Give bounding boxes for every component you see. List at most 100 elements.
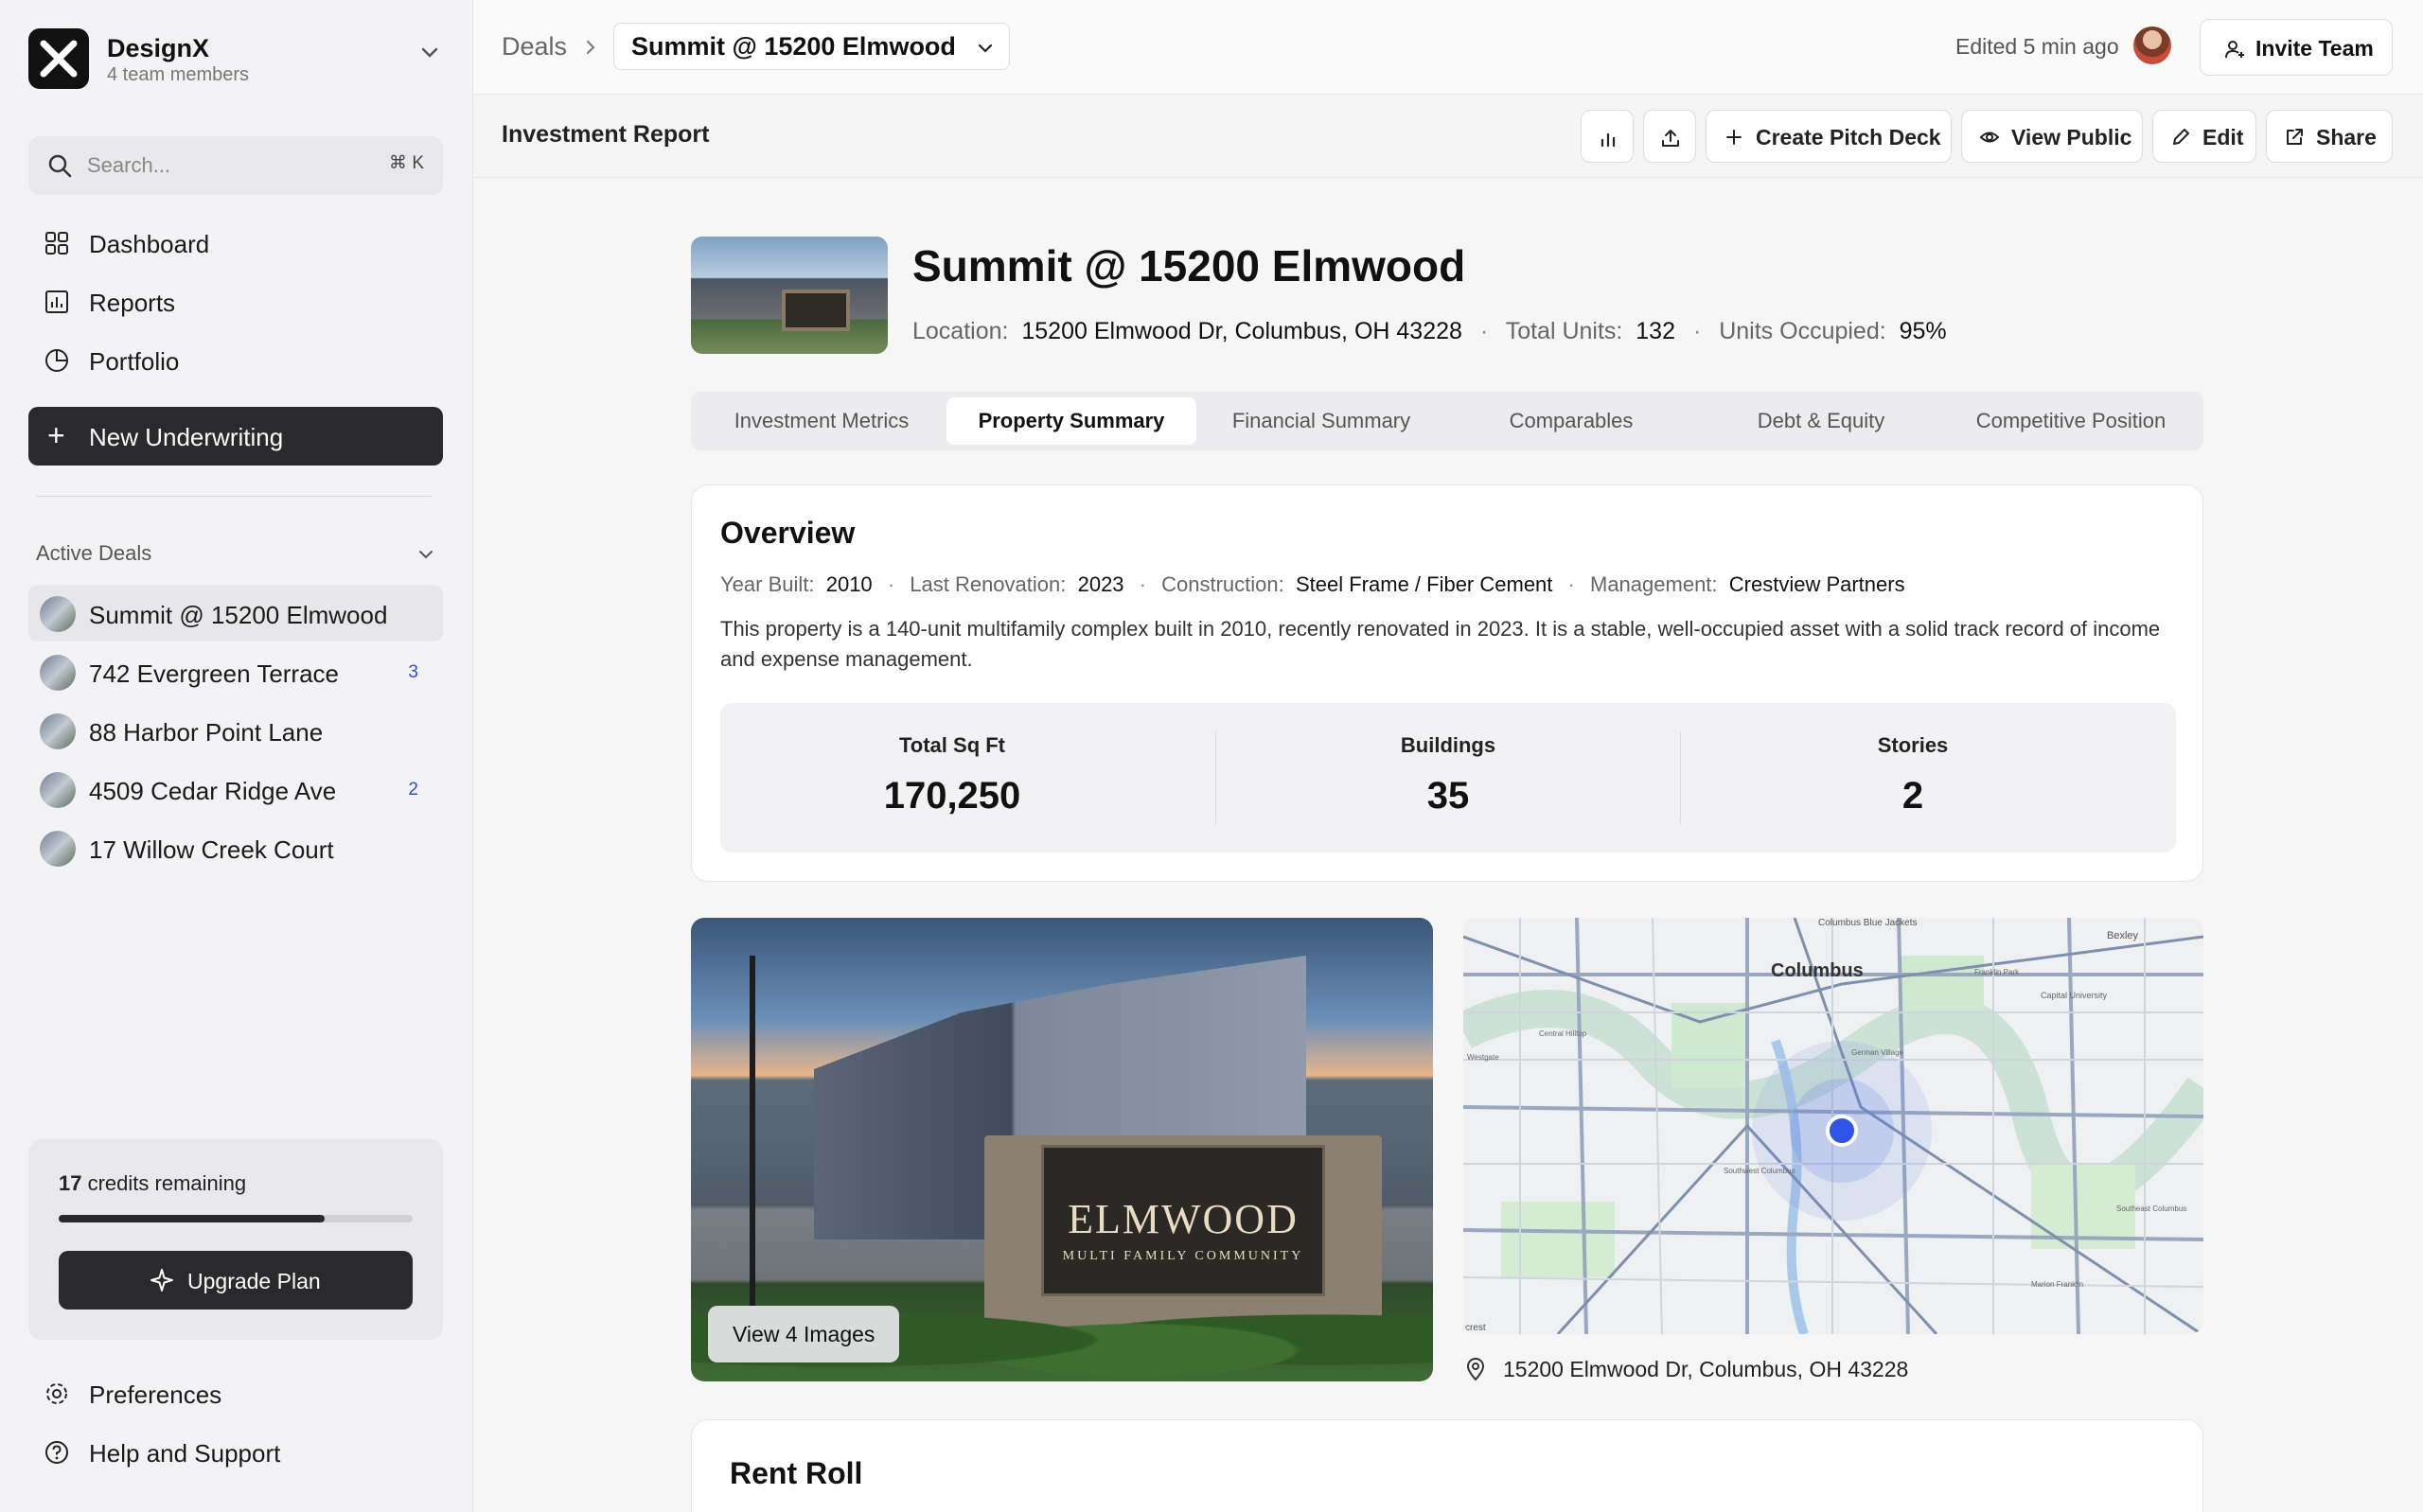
- map-label: Westgate: [1467, 1053, 1499, 1062]
- new-underwriting-button[interactable]: + New Underwriting: [28, 407, 443, 466]
- tab-financial-summary[interactable]: Financial Summary: [1196, 397, 1446, 445]
- edit-button[interactable]: Edit: [2152, 110, 2256, 163]
- view-public-button[interactable]: View Public: [1961, 110, 2143, 163]
- chart-button[interactable]: [1581, 110, 1634, 163]
- property-thumbnail: [691, 237, 888, 354]
- map-label: Columbus Blue Jackets: [1818, 918, 1918, 928]
- stat-total-sqft: Total Sq Ft 170,250: [883, 733, 1021, 817]
- map-label: Southwest Columbus: [1724, 1167, 1795, 1175]
- tab-investment-metrics[interactable]: Investment Metrics: [697, 397, 946, 445]
- deal-item-willow[interactable]: 17 Willow Creek Court: [28, 819, 443, 876]
- deal-badge: 2: [408, 780, 418, 800]
- invite-team-button[interactable]: Invite Team: [2200, 19, 2393, 76]
- plus-icon: [1726, 130, 1742, 145]
- deal-thumbnail: [40, 596, 76, 632]
- credits-panel: 17 credits remaining Upgrade Plan: [28, 1139, 443, 1340]
- deal-item-summit[interactable]: Summit @ 15200 Elmwood: [28, 585, 443, 642]
- sidebar-item-dashboard[interactable]: Dashboard: [28, 218, 445, 267]
- map-label: Bexley: [2107, 930, 2139, 941]
- rent-roll-card: Rent Roll: [691, 1419, 2203, 1512]
- deal-thumbnail: [40, 772, 76, 808]
- tab-comparables[interactable]: Comparables: [1446, 397, 1696, 445]
- map-label: German Village: [1851, 1048, 1904, 1057]
- map-pin-icon: [1466, 1358, 1485, 1381]
- tab-property-summary[interactable]: Property Summary: [946, 397, 1196, 445]
- year-built: 2010: [825, 572, 873, 596]
- bar-chart-icon: [1601, 132, 1616, 148]
- workspace-members: 4 team members: [107, 64, 250, 85]
- overview-card: Overview Year Built: 2010 · Last Renovat…: [691, 484, 2203, 882]
- gear-icon: [46, 1383, 67, 1404]
- overview-stats: Total Sq Ft 170,250 Buildings 35 Stories…: [720, 703, 2176, 853]
- map-label: Central Hilltop: [1539, 1029, 1587, 1038]
- plus-icon: +: [47, 418, 65, 452]
- breadcrumb-deals[interactable]: Deals: [502, 32, 567, 62]
- last-renovation: 2023: [1077, 572, 1124, 596]
- management: Crestview Partners: [1728, 572, 1905, 596]
- search-icon: [48, 154, 72, 178]
- deal-thumbnail: [40, 713, 76, 749]
- tab-debt-equity[interactable]: Debt & Equity: [1696, 397, 1946, 445]
- chevron-down-icon: [419, 551, 433, 559]
- export-button[interactable]: [1643, 110, 1696, 163]
- property-location: 15200 Elmwood Dr, Columbus, OH 43228: [1021, 318, 1462, 344]
- sidebar-item-reports[interactable]: Reports: [28, 276, 445, 325]
- deal-label: Summit @ 15200 Elmwood: [89, 601, 388, 629]
- overview-title: Overview: [720, 516, 856, 550]
- property-title: Summit @ 15200 Elmwood: [912, 241, 1466, 290]
- overview-description: This property is a 140-unit multifamily …: [720, 617, 2161, 671]
- sidebar-item-preferences[interactable]: Preferences: [28, 1368, 445, 1417]
- sidebar-item-label: Portfolio: [89, 347, 180, 376]
- report-tabs: Investment Metrics Property Summary Fina…: [691, 392, 2203, 450]
- share-button[interactable]: Share: [2266, 110, 2393, 163]
- map-label: Marion Franklin: [2031, 1280, 2083, 1289]
- pencil-icon: [2173, 129, 2189, 145]
- active-deals-header[interactable]: Active Deals: [36, 541, 437, 570]
- reports-icon: [45, 290, 68, 313]
- deal-item-harbor[interactable]: 88 Harbor Point Lane: [28, 702, 443, 759]
- main-content: Summit @ 15200 Elmwood Location: 15200 E…: [473, 178, 2423, 1512]
- search-box[interactable]: ⌘ K: [28, 136, 443, 195]
- edited-status: Edited 5 min ago: [1955, 34, 2119, 59]
- property-photo[interactable]: ELMWOOD MULTI FAMILY COMMUNITY View 4 Im…: [691, 918, 1433, 1381]
- upgrade-plan-label: Upgrade Plan: [187, 1269, 321, 1293]
- create-pitch-deck-label: Create Pitch Deck: [1756, 125, 1941, 149]
- lamp-post-graphic: [750, 956, 755, 1306]
- sidebar-item-help[interactable]: Help and Support: [28, 1427, 445, 1476]
- search-shortcut: ⌘ K: [389, 153, 424, 173]
- deal-label: 742 Evergreen Terrace: [89, 659, 340, 688]
- deal-selector[interactable]: Summit @ 15200 Elmwood: [613, 23, 1010, 70]
- chevron-down-icon: [978, 44, 993, 53]
- edit-label: Edit: [2202, 125, 2244, 149]
- sidebar-item-portfolio[interactable]: Portfolio: [28, 335, 445, 384]
- credits-progress: [59, 1215, 413, 1222]
- property-occupied: 95%: [1899, 318, 1947, 344]
- new-underwriting-label: New Underwriting: [89, 423, 284, 451]
- avatar[interactable]: [2133, 26, 2171, 64]
- deal-item-evergreen[interactable]: 742 Evergreen Terrace 3: [28, 643, 443, 700]
- eye-icon: [1979, 132, 2000, 143]
- stat-stories: Stories 2: [1877, 733, 1949, 817]
- map-address: 15200 Elmwood Dr, Columbus, OH 43228: [1463, 1353, 2203, 1387]
- location-map[interactable]: Columbus Columbus Blue Jackets Bexley Fr…: [1463, 918, 2203, 1334]
- deal-item-cedar[interactable]: 4509 Cedar Ridge Ave 2: [28, 761, 443, 818]
- deal-selector-label: Summit @ 15200 Elmwood: [631, 32, 956, 61]
- deal-label: 17 Willow Creek Court: [89, 835, 334, 864]
- sparkle-icon: [150, 1269, 173, 1292]
- overview-meta: Year Built: 2010 · Last Renovation: 2023…: [720, 572, 1905, 596]
- property-meta: Location: 15200 Elmwood Dr, Columbus, OH…: [912, 318, 1947, 344]
- workspace-switcher[interactable]: DesignX 4 team members: [28, 28, 445, 89]
- rent-roll-title: Rent Roll: [730, 1456, 863, 1490]
- external-link-icon: [2287, 129, 2303, 145]
- view-images-button[interactable]: View 4 Images: [708, 1306, 900, 1363]
- search-input[interactable]: [87, 148, 371, 184]
- sidebar: DesignX 4 team members ⌘ K Dashboard Rep…: [0, 0, 473, 1512]
- chevron-down-icon[interactable]: [415, 38, 445, 68]
- deal-label: 88 Harbor Point Lane: [89, 718, 324, 747]
- view-public-label: View Public: [2011, 125, 2132, 149]
- create-pitch-deck-button[interactable]: Create Pitch Deck: [1706, 110, 1952, 163]
- tab-competitive-position[interactable]: Competitive Position: [1946, 397, 2196, 445]
- upgrade-plan-button[interactable]: Upgrade Plan: [59, 1251, 413, 1310]
- sidebar-item-label: Preferences: [89, 1380, 222, 1409]
- map-label: Capital University: [2041, 991, 2108, 1000]
